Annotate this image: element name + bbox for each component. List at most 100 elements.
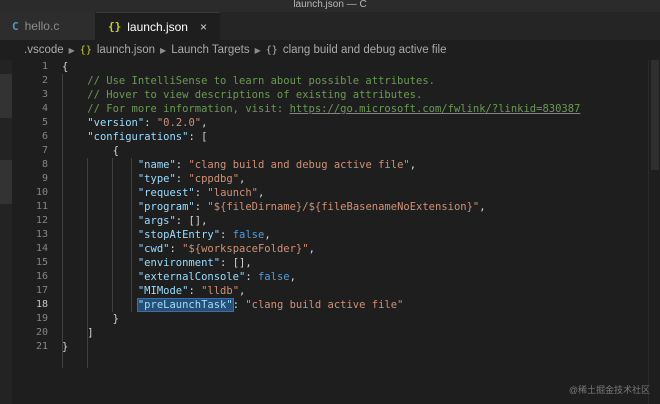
json-value: "clang build and debug active file" [188,159,410,171]
json-key: "args" [137,215,176,227]
punctuation: : [ [188,131,208,143]
code-line: // For more information, visit: https://… [62,102,648,116]
tab-hello-c[interactable]: C hello.c [0,12,96,40]
line-number: 19 [35,313,48,324]
code-line: // Use IntelliSense to learn about possi… [62,74,648,88]
code-line: "version": "0.2.0", [87,117,208,129]
json-key: "type" [137,173,176,185]
code-line: { [62,144,648,158]
left-marker [0,160,12,204]
line-number: 3 [41,89,48,100]
breadcrumb-item-launch-json[interactable]: launch.json [97,44,155,56]
line-number: 9 [41,173,48,184]
line-number: 13 [35,229,48,240]
tab-label: launch.json [127,19,188,34]
line-number: 1 [41,61,48,72]
bracket: ] [87,327,94,339]
brace: } [112,313,119,325]
json-key: "stopAtEntry" [137,229,221,241]
json-key: "MIMode" [137,285,189,297]
code-area[interactable]: { // Use IntelliSense to learn about pos… [62,60,648,368]
json-value: [] [188,215,202,227]
code-line: "configurations": [ [62,130,648,144]
json-value: false [232,229,265,241]
json-key: "version" [87,117,145,129]
json-key: "environment" [137,257,221,269]
c-file-icon: C [12,19,19,33]
json-value: "0.2.0" [156,117,202,129]
tab-bar: C hello.c {} launch.json × [0,12,660,40]
line-number: 20 [35,327,48,338]
scrollbar-thumb[interactable] [651,60,659,170]
line-number-gutter: 1 2 3 4 5 6 7 8 9 10 11 12 13 14 15 16 17 18 19 20 21 [12,60,48,354]
json-value: false [257,271,290,283]
json-key: "program" [137,201,195,213]
code-line: "environment": [], [137,257,252,269]
line-number: 8 [41,159,48,170]
fwlink-url[interactable]: https://go.microsoft.com/fwlink/?linkid=… [290,103,581,115]
json-file-icon: {} [108,20,122,33]
json-value: "cppdbg" [188,173,240,185]
vertical-scrollbar[interactable] [648,60,660,404]
code-line: ] [62,326,648,340]
line-number: 4 [41,103,48,114]
breadcrumb-item-vscode[interactable]: .vscode [24,44,64,56]
window-title: launch.json — C [0,0,660,12]
json-key: "externalConsole" [137,271,246,283]
json-value: "${workspaceFolder}" [182,243,309,255]
json-key: "request" [137,187,195,199]
line-number: 18 [35,299,48,310]
code-line: "program": "${fileDirname}/${fileBasenam… [137,201,486,213]
line-number: 10 [35,187,48,198]
brace: { [112,145,119,157]
code-line-current: "preLaunchTask": "clang build active fil… [136,298,404,312]
code-line: "MIMode": "lldb", [137,285,246,297]
line-number: 17 [35,285,48,296]
json-file-icon: {} [79,44,92,56]
json-value: "launch" [207,187,258,199]
code-line: "request": "launch", [137,187,265,199]
code-line: } [62,340,648,354]
json-value: "clang build active file" [245,299,404,311]
line-number: 15 [35,257,48,268]
code-line: "stopAtEntry": false, [137,229,271,241]
chevron-right-icon: ▶ [160,45,167,55]
brace: { [62,61,69,73]
code-line: "args": [], [137,215,208,227]
line-number: 11 [35,201,48,212]
line-number: 6 [41,131,48,142]
chevron-right-icon: ▶ [254,45,261,55]
breadcrumb-item-config[interactable]: clang build and debug active file [283,44,447,56]
code-line: { [62,60,648,74]
json-key: "name" [137,159,176,171]
code-line: "externalConsole": false, [137,271,296,283]
object-icon: {} [265,44,278,56]
code-line: "name": "clang build and debug active fi… [137,159,417,171]
line-number: 2 [41,75,48,86]
tab-launch-json[interactable]: {} launch.json × [96,12,220,40]
tab-label: hello.c [24,19,60,33]
breadcrumb: .vscode ▶ {} launch.json ▶ Launch Target… [0,40,660,60]
chevron-right-icon: ▶ [68,45,75,55]
comment: // Hover to view descriptions of existin… [62,89,423,101]
json-key: "configurations" [87,131,189,143]
left-margin-strip [0,60,12,404]
brace: } [62,341,69,353]
line-number: 5 [41,117,48,128]
close-icon[interactable]: × [200,20,207,34]
json-value: [] [232,257,246,269]
json-value: "${fileDirname}/${fileBasenameNoExtensio… [207,201,480,213]
breadcrumb-item-launch-targets[interactable]: Launch Targets [171,44,249,56]
line-number: 7 [41,145,48,156]
comment: // Use IntelliSense to learn about possi… [62,75,435,87]
code-line: "type": "cppdbg", [137,173,246,185]
comment: // For more information, visit: [62,103,290,115]
line-number: 16 [35,271,48,282]
json-key: "cwd" [137,243,170,255]
code-line: // Hover to view descriptions of existin… [62,88,648,102]
code-line: } [62,312,648,326]
json-key-selected[interactable]: "preLaunchTask" [136,298,234,312]
json-value: "lldb" [201,285,240,297]
code-editor[interactable]: 1 2 3 4 5 6 7 8 9 10 11 12 13 14 15 16 17 18 19 20 21 { // U… [12,60,648,404]
watermark: @稀土掘金技术社区 [568,385,650,395]
